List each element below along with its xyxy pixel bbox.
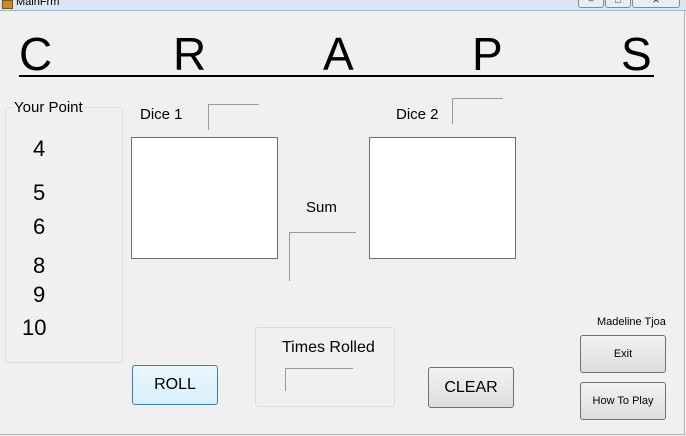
point-number-6: 6 — [33, 214, 46, 239]
dice2-label: Dice 2 — [396, 106, 439, 123]
dice1-image — [131, 137, 278, 259]
author-name: Madeline Tjoa — [597, 316, 666, 328]
title-bar: MainFrm – □ ✕ — [0, 0, 686, 11]
clear-button[interactable]: CLEAR — [428, 367, 514, 408]
point-number-10: 10 — [22, 315, 47, 340]
point-number-5: 5 — [33, 180, 46, 205]
times-rolled-value-field — [285, 368, 353, 391]
point-number-4: 4 — [33, 136, 46, 161]
window-title: MainFrm — [16, 0, 60, 8]
maximize-icon: □ — [615, 0, 621, 5]
sum-label: Sum — [306, 199, 337, 216]
minimize-icon: – — [588, 0, 594, 5]
how-to-play-button[interactable]: How To Play — [580, 382, 666, 420]
point-number-8: 8 — [33, 253, 46, 278]
your-point-label: Your Point — [12, 99, 85, 116]
dice1-value-field — [208, 104, 259, 130]
point-number-9: 9 — [33, 282, 46, 307]
dice1-label: Dice 1 — [140, 106, 183, 123]
roll-button[interactable]: ROLL — [132, 365, 218, 405]
close-icon: ✕ — [652, 0, 660, 5]
close-button[interactable]: ✕ — [632, 0, 680, 8]
minimize-button[interactable]: – — [578, 0, 604, 8]
app-icon — [2, 0, 13, 9]
title-letter-c: C — [19, 28, 53, 80]
dice2-image — [369, 137, 516, 259]
title-letter-r: R — [173, 28, 207, 80]
title-letter-p: P — [472, 28, 503, 80]
times-rolled-label: Times Rolled — [282, 339, 375, 356]
title-underline — [19, 75, 654, 77]
maximize-button[interactable]: □ — [605, 0, 631, 8]
dice2-value-field — [452, 98, 503, 124]
title-letter-a: A — [323, 28, 354, 80]
sum-value-field — [289, 232, 356, 281]
exit-button[interactable]: Exit — [580, 335, 666, 373]
title-letter-s: S — [621, 28, 652, 80]
